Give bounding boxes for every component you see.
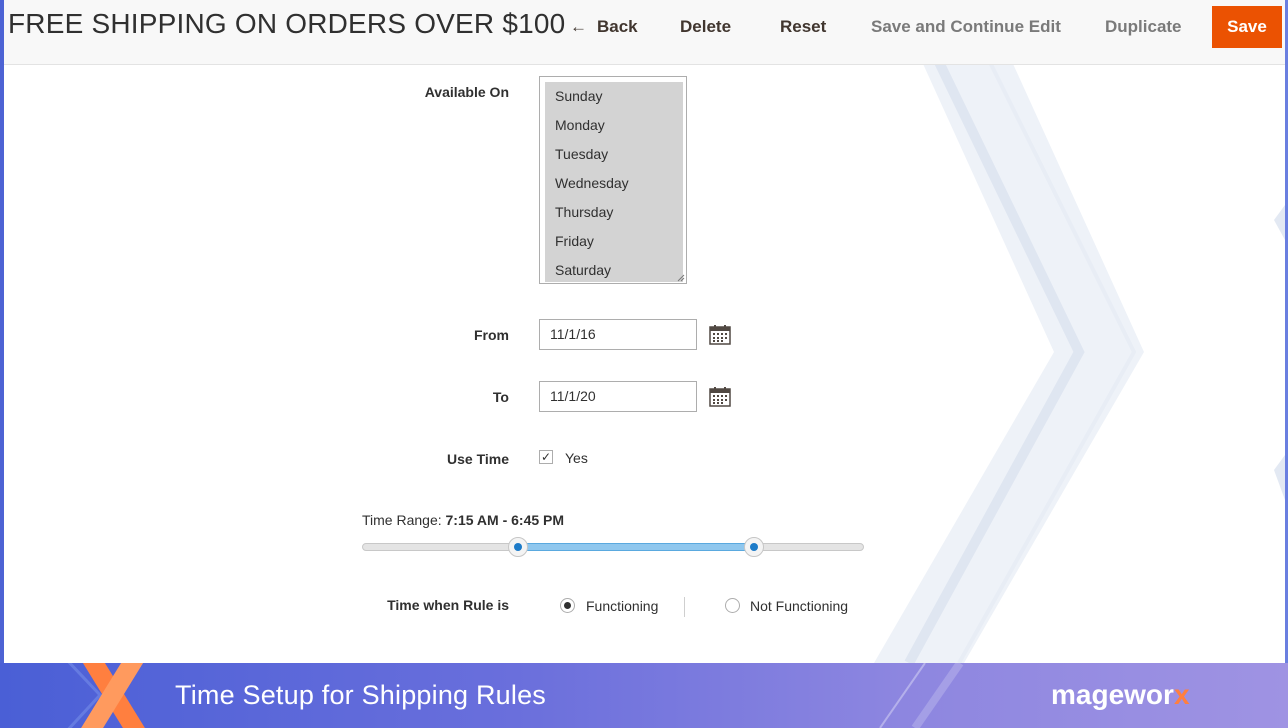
selected-options-highlight: Sunday Monday Tuesday Wednesday Thursday… [545, 82, 683, 282]
handle-dot-icon [749, 543, 758, 551]
arrow-left-icon: ← [570, 17, 587, 36]
calendar-icon[interactable] [709, 387, 731, 407]
radio-divider [684, 597, 685, 617]
save-and-continue-button[interactable]: Save and Continue Edit [871, 16, 1061, 38]
mageworx-x-logo-icon [67, 663, 145, 728]
day-option-sunday[interactable]: Sunday [555, 87, 602, 105]
day-option-friday[interactable]: Friday [555, 232, 594, 250]
radio-not-functioning-label: Not Functioning [750, 598, 849, 614]
time-range-end-handle[interactable] [743, 537, 764, 557]
radio-not-functioning[interactable] [725, 598, 740, 613]
to-date-input[interactable]: 11/1/20 [539, 381, 697, 412]
admin-panel: FREE SHIPPING ON ORDERS OVER $100 ← Back … [4, 0, 1285, 663]
use-time-checkbox[interactable]: ✓ [539, 450, 553, 464]
from-date-input[interactable]: 11/1/16 [539, 319, 697, 350]
page-title: FREE SHIPPING ON ORDERS OVER $100 [8, 8, 566, 39]
calendar-icon[interactable] [709, 325, 731, 345]
back-button-label: Back [597, 17, 638, 36]
radio-functioning-label: Functioning [586, 598, 659, 614]
mageworx-brand-logo: mageworx [1051, 679, 1190, 711]
available-on-multiselect[interactable]: Sunday Monday Tuesday Wednesday Thursday… [539, 76, 687, 284]
use-time-option-label: Yes [565, 450, 588, 466]
duplicate-button[interactable]: Duplicate [1105, 16, 1182, 38]
video-caption-banner: Time Setup for Shipping Rules mageworx [0, 663, 1288, 728]
save-button[interactable]: Save [1212, 6, 1282, 48]
use-time-label: Use Time [447, 451, 509, 467]
day-option-saturday[interactable]: Saturday [555, 261, 611, 279]
time-when-rule-label: Time when Rule is [387, 597, 509, 613]
banner-title: Time Setup for Shipping Rules [175, 680, 546, 710]
time-range-caption: Time Range: [362, 512, 442, 528]
day-option-monday[interactable]: Monday [555, 116, 605, 134]
time-range-slider-fill [517, 543, 754, 551]
day-option-tuesday[interactable]: Tuesday [555, 145, 608, 163]
radio-selected-dot [564, 602, 571, 609]
checkmark-icon: ✓ [541, 450, 552, 464]
time-range-label: Time Range: 7:15 AM - 6:45 PM [362, 512, 564, 528]
banner-stripes-decoration [879, 663, 964, 728]
reset-button[interactable]: Reset [780, 16, 826, 38]
day-option-wednesday[interactable]: Wednesday [555, 174, 629, 192]
delete-button[interactable]: Delete [680, 16, 731, 38]
page-header: FREE SHIPPING ON ORDERS OVER $100 ← Back … [4, 0, 1285, 65]
resize-grip-icon[interactable] [677, 274, 685, 282]
back-button[interactable]: ← Back [570, 16, 638, 38]
available-on-label: Available On [424, 84, 509, 100]
radio-functioning[interactable] [560, 598, 575, 613]
handle-dot-icon [513, 543, 522, 551]
from-label: From [474, 327, 509, 343]
time-range-start-handle[interactable] [507, 537, 528, 557]
brand-main-text: magewor [1051, 679, 1174, 710]
brand-accent-text: x [1173, 679, 1190, 710]
day-option-thursday[interactable]: Thursday [555, 203, 613, 221]
time-range-value: 7:15 AM - 6:45 PM [445, 512, 565, 528]
to-label: To [492, 389, 509, 405]
